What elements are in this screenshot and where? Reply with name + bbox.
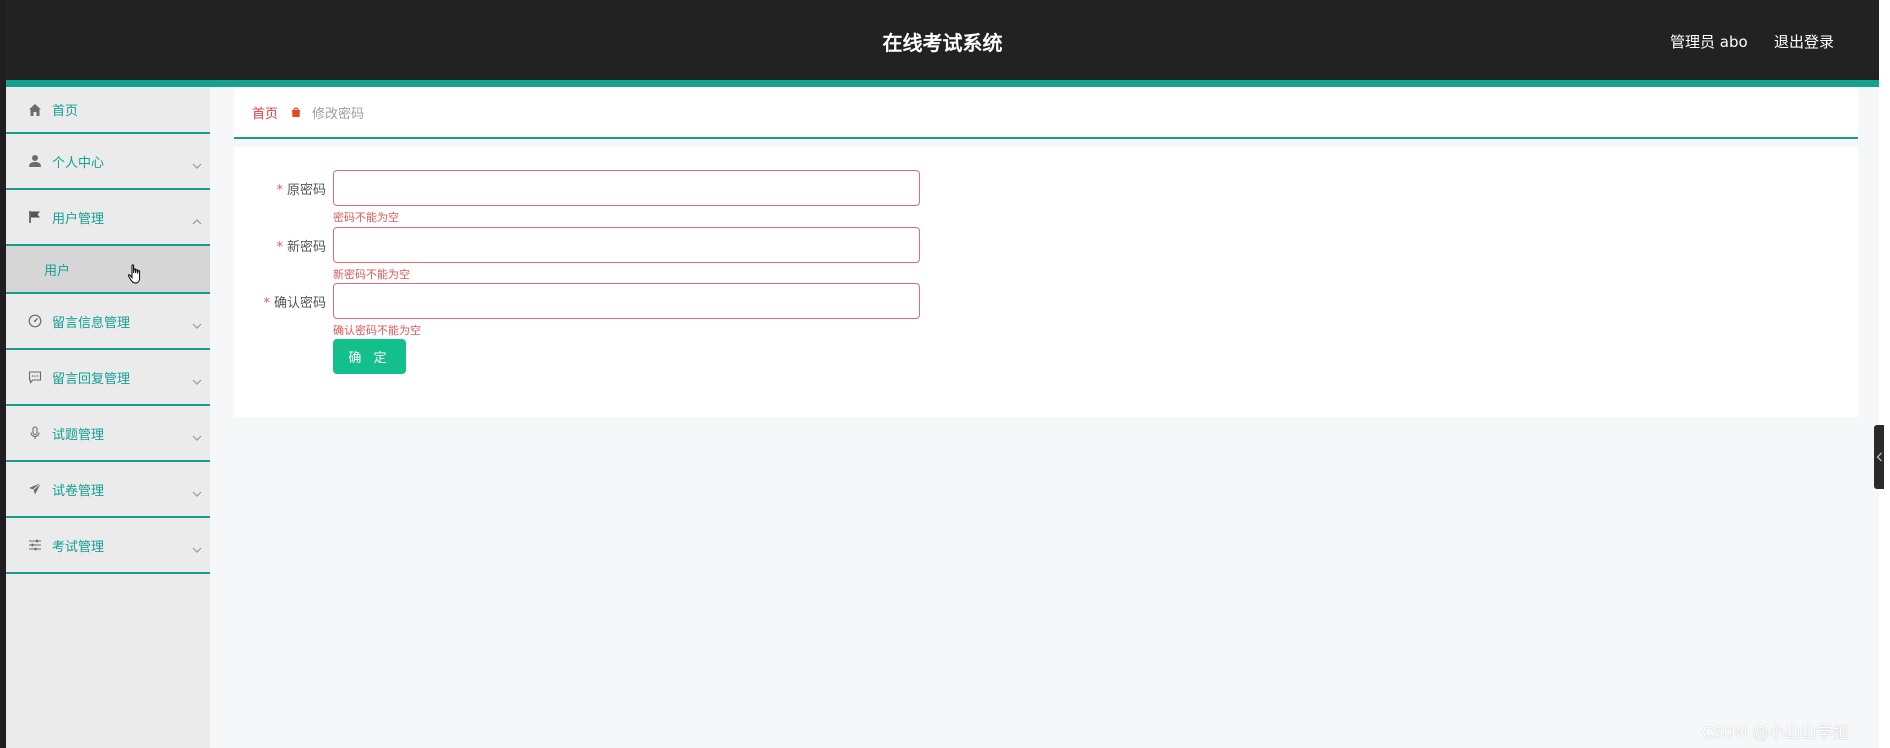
sidebar-subitem-user[interactable]: 用户: [6, 246, 210, 294]
sidebar-item-user-management[interactable]: 用户管理: [6, 190, 210, 246]
sidebar-item-label: 试题管理: [52, 427, 105, 443]
field-label: * 新密码: [276, 240, 326, 255]
sidebar-item-label: 留言信息管理: [52, 315, 131, 331]
confirm-button[interactable]: 确 定: [333, 339, 406, 374]
sidebar: 首页 个人中心 用户管理 用户 留言信息管理 留言回复管理 试题管理 试卷管理 …: [6, 87, 210, 748]
page-right-margin: [1879, 0, 1890, 748]
field-label: * 原密码: [276, 183, 326, 198]
chevron-down-icon: [192, 316, 202, 329]
watermark-text: CSDN @小山山学姐: [1702, 723, 1849, 742]
message-icon: [28, 370, 42, 384]
sidebar-item-label: 个人中心: [52, 155, 105, 171]
flag-icon: [28, 210, 42, 224]
send-icon: [28, 482, 42, 496]
old-password-input[interactable]: [333, 170, 920, 206]
current-user-label: 管理员 abo: [1670, 33, 1748, 51]
sidebar-item-exam-management[interactable]: 考试管理: [6, 518, 210, 574]
sidebar-item-label: 试卷管理: [52, 483, 105, 499]
chevron-down-icon: [192, 484, 202, 497]
change-password-form: * 原密码 密码不能为空 * 新密码 新密码不能为空 * 确认密码 确认密码不能为空 …: [234, 147, 1858, 417]
gauge-icon: [28, 314, 42, 328]
chevron-down-icon: [192, 540, 202, 553]
chevron-down-icon: [192, 156, 202, 169]
sidebar-item-message-info[interactable]: 留言信息管理: [6, 294, 210, 350]
sidebar-item-message-reply[interactable]: 留言回复管理: [6, 350, 210, 406]
breadcrumb: 首页 修改密码: [234, 87, 1858, 139]
field-error: 密码不能为空: [333, 211, 399, 224]
confirm-password-input[interactable]: [333, 283, 920, 319]
chevron-down-icon: [192, 428, 202, 441]
microphone-icon: [28, 426, 42, 440]
home-icon: [28, 103, 42, 117]
field-label: * 确认密码: [263, 296, 326, 311]
breadcrumb-current: 修改密码: [312, 106, 365, 122]
form-row-confirm-password: * 确认密码 确认密码不能为空: [234, 283, 994, 337]
logout-link[interactable]: 退出登录: [1774, 31, 1834, 52]
sliders-icon: [28, 538, 42, 552]
form-row-old-password: * 原密码 密码不能为空: [234, 170, 994, 224]
sidebar-item-question-management[interactable]: 试题管理: [6, 406, 210, 462]
user-icon: [28, 154, 42, 168]
field-label-text: 确认密码: [273, 296, 326, 311]
form-row-new-password: * 新密码 新密码不能为空: [234, 227, 994, 281]
sidebar-item-label: 用户管理: [52, 211, 105, 227]
chevron-up-icon: [192, 212, 202, 225]
new-password-input[interactable]: [333, 227, 920, 263]
field-label-text: 新密码: [286, 240, 326, 255]
top-header: 在线考试系统 管理员 abo 退出登录: [6, 0, 1879, 80]
chevron-left-icon: [1876, 452, 1882, 462]
breadcrumb-separator-icon: [290, 106, 302, 118]
side-drawer-tab[interactable]: [1874, 425, 1884, 489]
breadcrumb-home-link[interactable]: 首页: [252, 103, 278, 122]
field-label-text: 原密码: [286, 183, 326, 198]
sidebar-item-label: 考试管理: [52, 539, 105, 555]
field-error: 确认密码不能为空: [333, 324, 421, 337]
sidebar-item-home[interactable]: 首页: [6, 87, 210, 134]
field-error: 新密码不能为空: [333, 268, 410, 281]
sidebar-item-label: 首页: [52, 104, 79, 119]
hand-cursor-icon: [127, 264, 141, 284]
sidebar-subitem-label: 用户: [44, 263, 71, 279]
header-accent-bar: [6, 80, 1879, 87]
main-content: 首页 修改密码 * 原密码 密码不能为空 * 新密码 新密码不能为空 * 确认密码 确…: [210, 87, 1879, 748]
chevron-down-icon: [192, 372, 202, 385]
sidebar-item-personal-center[interactable]: 个人中心: [6, 134, 210, 190]
app-title: 在线考试系统: [882, 31, 1003, 55]
sidebar-item-label: 留言回复管理: [52, 371, 131, 387]
sidebar-item-paper-management[interactable]: 试卷管理: [6, 462, 210, 518]
